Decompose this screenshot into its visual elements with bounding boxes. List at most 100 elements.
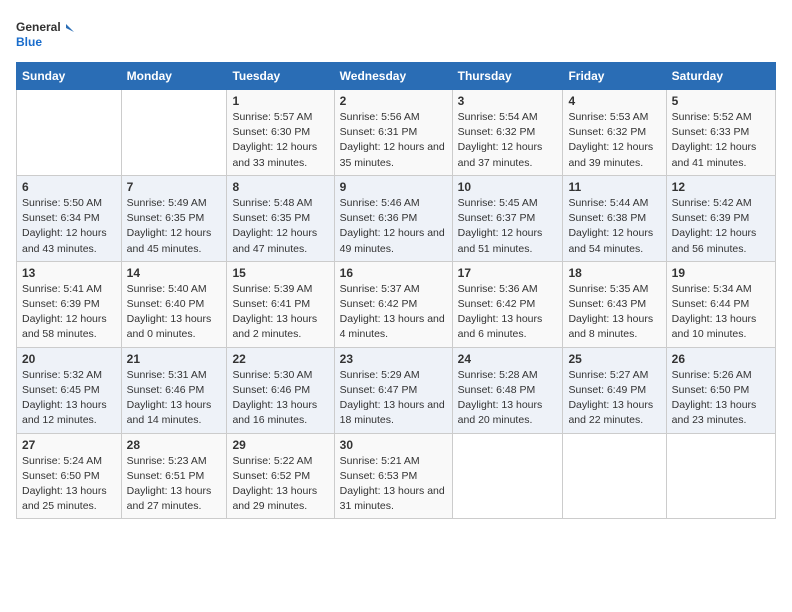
day-info: Sunrise: 5:22 AM Sunset: 6:52 PM Dayligh… — [232, 454, 328, 515]
svg-text:General: General — [16, 20, 61, 34]
calendar-cell: 8 Sunrise: 5:48 AM Sunset: 6:35 PM Daylig… — [227, 175, 334, 261]
day-number: 1 — [232, 94, 328, 108]
day-info: Sunrise: 5:52 AM Sunset: 6:33 PM Dayligh… — [672, 110, 770, 171]
day-info: Sunrise: 5:48 AM Sunset: 6:35 PM Dayligh… — [232, 196, 328, 257]
calendar-week-4: 20 Sunrise: 5:32 AM Sunset: 6:45 PM Dayli… — [17, 347, 776, 433]
day-number: 12 — [672, 180, 770, 194]
column-header-monday: Monday — [121, 63, 227, 90]
day-info: Sunrise: 5:45 AM Sunset: 6:37 PM Dayligh… — [458, 196, 558, 257]
calendar-cell: 20 Sunrise: 5:32 AM Sunset: 6:45 PM Dayli… — [17, 347, 122, 433]
day-info: Sunrise: 5:30 AM Sunset: 6:46 PM Dayligh… — [232, 368, 328, 429]
day-info: Sunrise: 5:57 AM Sunset: 6:30 PM Dayligh… — [232, 110, 328, 171]
calendar-cell: 9 Sunrise: 5:46 AM Sunset: 6:36 PM Daylig… — [334, 175, 452, 261]
calendar-week-1: 1 Sunrise: 5:57 AM Sunset: 6:30 PM Daylig… — [17, 90, 776, 176]
logo-svg: General Blue — [16, 16, 76, 52]
calendar-week-5: 27Sunrise: 5:24 AM Sunset: 6:50 PM Dayli… — [17, 433, 776, 519]
day-number: 14 — [127, 266, 222, 280]
day-info: Sunrise: 5:34 AM Sunset: 6:44 PM Dayligh… — [672, 282, 770, 343]
calendar-cell: 16 Sunrise: 5:37 AM Sunset: 6:42 PM Dayli… — [334, 261, 452, 347]
calendar-cell: 23 Sunrise: 5:29 AM Sunset: 6:47 PM Dayli… — [334, 347, 452, 433]
day-number: 16 — [340, 266, 447, 280]
day-number: 23 — [340, 352, 447, 366]
day-info: Sunrise: 5:41 AM Sunset: 6:39 PM Dayligh… — [22, 282, 116, 343]
calendar-cell: 25 Sunrise: 5:27 AM Sunset: 6:49 PM Dayli… — [563, 347, 666, 433]
day-number: 29 — [232, 438, 328, 452]
day-info: Sunrise: 5:39 AM Sunset: 6:41 PM Dayligh… — [232, 282, 328, 343]
day-info: Sunrise: 5:37 AM Sunset: 6:42 PM Dayligh… — [340, 282, 447, 343]
calendar-cell: 19 Sunrise: 5:34 AM Sunset: 6:44 PM Dayli… — [666, 261, 775, 347]
calendar-cell — [452, 433, 563, 519]
day-info: Sunrise: 5:31 AM Sunset: 6:46 PM Dayligh… — [127, 368, 222, 429]
calendar-cell: 17 Sunrise: 5:36 AM Sunset: 6:42 PM Dayli… — [452, 261, 563, 347]
day-number: 10 — [458, 180, 558, 194]
column-header-wednesday: Wednesday — [334, 63, 452, 90]
day-info: Sunrise: 5:32 AM Sunset: 6:45 PM Dayligh… — [22, 368, 116, 429]
day-number: 20 — [22, 352, 116, 366]
day-info: Sunrise: 5:35 AM Sunset: 6:43 PM Dayligh… — [568, 282, 660, 343]
day-number: 24 — [458, 352, 558, 366]
day-number: 8 — [232, 180, 328, 194]
calendar-cell: 26 Sunrise: 5:26 AM Sunset: 6:50 PM Dayli… — [666, 347, 775, 433]
day-number: 25 — [568, 352, 660, 366]
calendar-cell: 21 Sunrise: 5:31 AM Sunset: 6:46 PM Dayli… — [121, 347, 227, 433]
day-number: 5 — [672, 94, 770, 108]
column-header-tuesday: Tuesday — [227, 63, 334, 90]
day-number: 30 — [340, 438, 447, 452]
calendar-cell: 29 Sunrise: 5:22 AM Sunset: 6:52 PM Dayli… — [227, 433, 334, 519]
day-number: 19 — [672, 266, 770, 280]
calendar-cell: 2Sunrise: 5:56 AM Sunset: 6:31 PM Daylig… — [334, 90, 452, 176]
calendar-cell: 22 Sunrise: 5:30 AM Sunset: 6:46 PM Dayli… — [227, 347, 334, 433]
logo: General Blue — [16, 16, 76, 52]
day-info: Sunrise: 5:53 AM Sunset: 6:32 PM Dayligh… — [568, 110, 660, 171]
header: General Blue — [16, 16, 776, 52]
day-number: 3 — [458, 94, 558, 108]
day-info: Sunrise: 5:23 AM Sunset: 6:51 PM Dayligh… — [127, 454, 222, 515]
calendar-cell: 24 Sunrise: 5:28 AM Sunset: 6:48 PM Dayli… — [452, 347, 563, 433]
day-info: Sunrise: 5:27 AM Sunset: 6:49 PM Dayligh… — [568, 368, 660, 429]
calendar-cell: 14 Sunrise: 5:40 AM Sunset: 6:40 PM Dayli… — [121, 261, 227, 347]
day-info: Sunrise: 5:28 AM Sunset: 6:48 PM Dayligh… — [458, 368, 558, 429]
column-header-saturday: Saturday — [666, 63, 775, 90]
day-info: Sunrise: 5:56 AM Sunset: 6:31 PM Dayligh… — [340, 110, 447, 171]
calendar-cell: 12Sunrise: 5:42 AM Sunset: 6:39 PM Dayli… — [666, 175, 775, 261]
header-row: SundayMondayTuesdayWednesdayThursdayFrid… — [17, 63, 776, 90]
day-info: Sunrise: 5:26 AM Sunset: 6:50 PM Dayligh… — [672, 368, 770, 429]
day-number: 22 — [232, 352, 328, 366]
calendar-cell: 13 Sunrise: 5:41 AM Sunset: 6:39 PM Dayli… — [17, 261, 122, 347]
day-number: 11 — [568, 180, 660, 194]
calendar-week-3: 13 Sunrise: 5:41 AM Sunset: 6:39 PM Dayli… — [17, 261, 776, 347]
day-info: Sunrise: 5:46 AM Sunset: 6:36 PM Dayligh… — [340, 196, 447, 257]
day-number: 26 — [672, 352, 770, 366]
calendar-table: SundayMondayTuesdayWednesdayThursdayFrid… — [16, 62, 776, 519]
day-info: Sunrise: 5:24 AM Sunset: 6:50 PM Dayligh… — [22, 454, 116, 515]
calendar-cell: 15Sunrise: 5:39 AM Sunset: 6:41 PM Dayli… — [227, 261, 334, 347]
calendar-cell — [17, 90, 122, 176]
day-number: 28 — [127, 438, 222, 452]
day-number: 7 — [127, 180, 222, 194]
calendar-cell: 27Sunrise: 5:24 AM Sunset: 6:50 PM Dayli… — [17, 433, 122, 519]
day-info: Sunrise: 5:54 AM Sunset: 6:32 PM Dayligh… — [458, 110, 558, 171]
svg-text:Blue: Blue — [16, 35, 42, 49]
day-number: 17 — [458, 266, 558, 280]
calendar-cell: 1 Sunrise: 5:57 AM Sunset: 6:30 PM Daylig… — [227, 90, 334, 176]
day-info: Sunrise: 5:49 AM Sunset: 6:35 PM Dayligh… — [127, 196, 222, 257]
day-number: 21 — [127, 352, 222, 366]
calendar-cell — [563, 433, 666, 519]
calendar-cell: 7 Sunrise: 5:49 AM Sunset: 6:35 PM Daylig… — [121, 175, 227, 261]
calendar-cell: 10 Sunrise: 5:45 AM Sunset: 6:37 PM Dayli… — [452, 175, 563, 261]
day-info: Sunrise: 5:36 AM Sunset: 6:42 PM Dayligh… — [458, 282, 558, 343]
calendar-cell: 4Sunrise: 5:53 AM Sunset: 6:32 PM Daylig… — [563, 90, 666, 176]
calendar-cell: 30Sunrise: 5:21 AM Sunset: 6:53 PM Dayli… — [334, 433, 452, 519]
calendar-cell: 28 Sunrise: 5:23 AM Sunset: 6:51 PM Dayli… — [121, 433, 227, 519]
day-number: 18 — [568, 266, 660, 280]
column-header-sunday: Sunday — [17, 63, 122, 90]
day-number: 6 — [22, 180, 116, 194]
calendar-cell — [666, 433, 775, 519]
day-info: Sunrise: 5:29 AM Sunset: 6:47 PM Dayligh… — [340, 368, 447, 429]
day-number: 13 — [22, 266, 116, 280]
day-info: Sunrise: 5:40 AM Sunset: 6:40 PM Dayligh… — [127, 282, 222, 343]
column-header-thursday: Thursday — [452, 63, 563, 90]
calendar-cell: 18 Sunrise: 5:35 AM Sunset: 6:43 PM Dayli… — [563, 261, 666, 347]
day-number: 9 — [340, 180, 447, 194]
column-header-friday: Friday — [563, 63, 666, 90]
